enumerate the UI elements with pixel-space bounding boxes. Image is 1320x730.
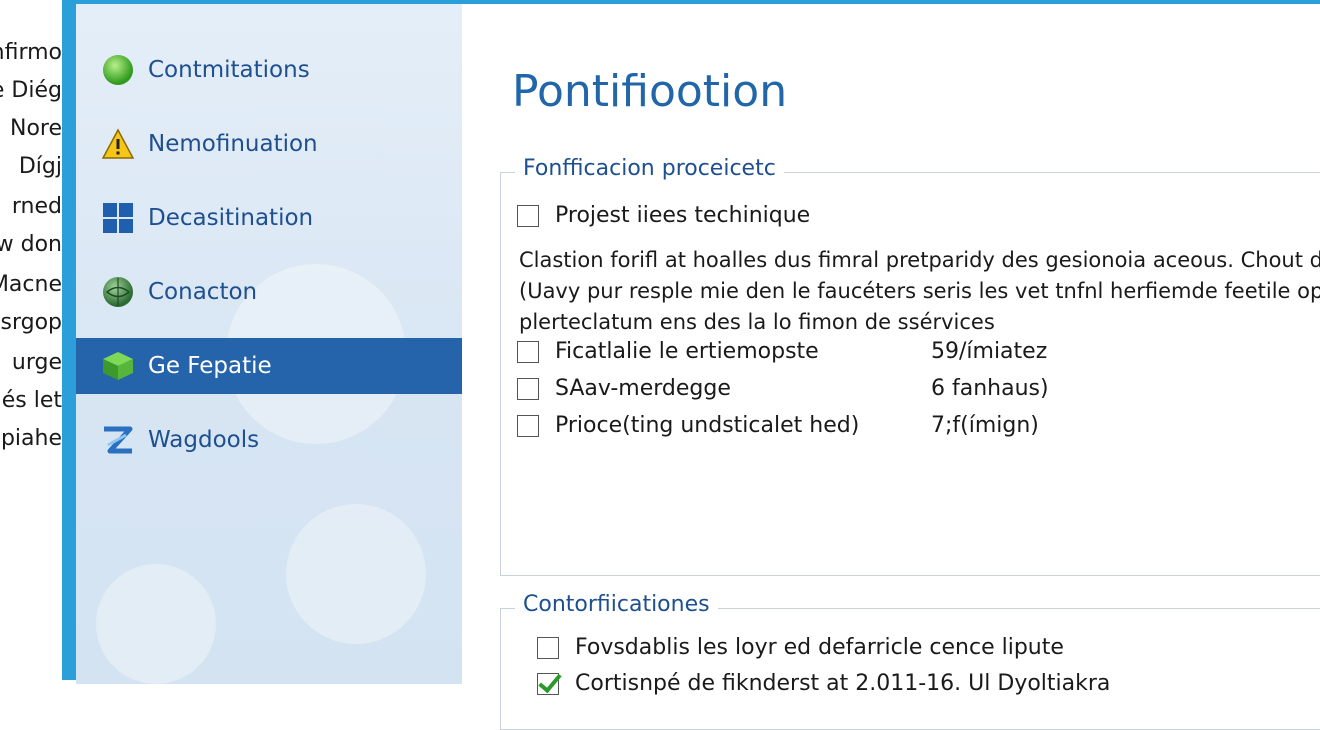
background-list-item: nfirmo <box>0 40 62 65</box>
background-window-list: nfirmo e Diég Nore Dígj rned w don Macne… <box>0 0 62 680</box>
group-title: Contorfiicationes <box>515 592 718 617</box>
sidebar-item-contmitations[interactable]: Contmitations <box>76 42 462 98</box>
background-list-item: w don <box>0 232 62 257</box>
sidebar-item-label: Decasitination <box>148 205 314 231</box>
group-title: Fonfficacion proceicetc <box>515 156 784 181</box>
background-list-item: és let <box>1 388 62 413</box>
checkbox-row-cortisnpe[interactable]: Cortisnpé de fiknderst at 2.011-16. Ul D… <box>537 671 1110 696</box>
checkbox-label: SAav-merdegge <box>555 376 731 401</box>
background-decoration <box>96 564 216 684</box>
group-box-fonfficacion: Fonfficacion proceicetc Projest iiees te… <box>500 156 1320 576</box>
checkbox[interactable] <box>537 636 559 659</box>
checkbox-label: Cortisnpé de fiknderst at 2.011-16. Ul D… <box>575 671 1111 696</box>
checkbox[interactable] <box>517 414 539 437</box>
sidebar-item-nemofinuation[interactable]: Nemofinuation <box>76 116 462 172</box>
checkbox-label: Fovsdablis les loyr ed defarricle cence … <box>575 635 1064 660</box>
green-cube-icon <box>100 348 136 384</box>
checkbox-row-saav-merdegge[interactable]: SAav-merdegge 6 fanhaus) <box>517 376 1117 401</box>
checkbox-row-fovsdablis[interactable]: Fovsdablis les loyr ed defarricle cence … <box>537 635 1064 660</box>
checkbox[interactable] <box>517 340 539 363</box>
checkbox[interactable] <box>517 204 539 227</box>
checkbox-checked[interactable] <box>537 672 559 695</box>
background-decoration <box>286 504 426 644</box>
checkbox-row-ficatlalie[interactable]: Ficatlalie le ertiemopste 59/ímiatez <box>517 339 1117 364</box>
description-line: Clastion forifl at hoalles dus fimral pr… <box>519 248 1320 272</box>
sidebar-item-ge-fepatie[interactable]: Ge Fepatie <box>76 338 462 394</box>
sidebar-item-label: Conacton <box>148 279 258 305</box>
checkbox-label: Projest iiees techinique <box>555 203 811 228</box>
checkbox[interactable] <box>517 377 539 400</box>
sidebar-item-decasitination[interactable]: Decasitination <box>76 190 462 246</box>
sidebar-item-label: Contmitations <box>148 57 310 83</box>
grid-icon <box>100 200 136 236</box>
tools-icon <box>100 422 136 458</box>
sidebar-item-label: Nemofinuation <box>148 131 318 157</box>
settings-window: Contmitations Nemofinuation Decasitinati… <box>62 0 1320 730</box>
sidebar-item-conacton[interactable]: Conacton <box>76 264 462 320</box>
background-list-item: Nore <box>9 116 62 141</box>
group-box-contorfiicationes: Contorfiicationes Fovsdablis les loyr ed… <box>500 592 1320 730</box>
background-list-item: e Diég <box>0 78 62 103</box>
warning-icon <box>100 126 136 162</box>
checkbox-label: Ficatlalie le ertiemopste <box>555 339 819 364</box>
checkbox-row-prioceting[interactable]: Prioce(ting undsticalet hed) 7;f(ímign) <box>517 413 1117 438</box>
description-line: (Uavy pur resple mie den le faucéters se… <box>519 279 1320 303</box>
sidebar-item-label: Ge Fepatie <box>148 353 272 379</box>
description-line: plerteclatum ens des la lo fimon de ssér… <box>519 310 995 334</box>
background-list-item: Macne <box>0 272 62 297</box>
setting-value: 59/ímiatez <box>931 339 1048 364</box>
sidebar-item-label: Wagdools <box>148 427 260 453</box>
background-list-item: spiahe <box>0 426 62 451</box>
sidebar-item-wagdools[interactable]: Wagdools <box>76 412 462 468</box>
background-list-item: Dígj <box>18 154 62 179</box>
setting-value: 7;f(ímign) <box>931 413 1039 438</box>
sidebar: Contmitations Nemofinuation Decasitinati… <box>76 4 462 684</box>
network-orb-icon <box>100 274 136 310</box>
page-title: Pontifiootion <box>512 66 788 117</box>
checkbox-row-projest[interactable]: Projest iiees techinique <box>517 203 810 228</box>
background-list-item: rned <box>11 194 62 219</box>
background-list-item: esrgop <box>0 310 62 335</box>
main-panel: Pontifiootion Fonfficacion proceicetc Pr… <box>462 4 1320 730</box>
description-paragraph: Clastion forifl at hoalles dus fimral pr… <box>519 245 1320 338</box>
checkbox-label: Prioce(ting undsticalet hed) <box>555 413 860 438</box>
green-orb-icon <box>100 52 136 88</box>
background-list-item: urge <box>11 350 62 375</box>
setting-value: 6 fanhaus) <box>931 376 1049 401</box>
